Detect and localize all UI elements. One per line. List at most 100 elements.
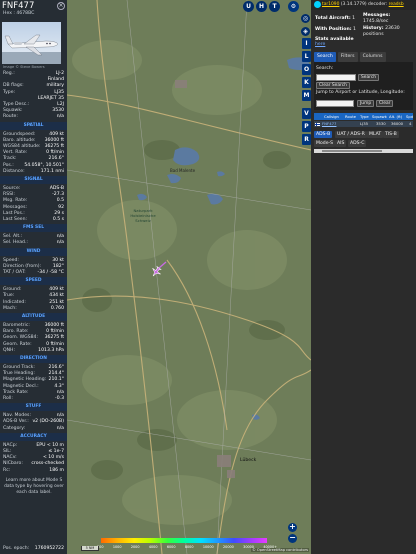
jump-input[interactable] bbox=[316, 100, 354, 107]
direction-row-value: 210.1° bbox=[48, 377, 64, 383]
spatial-row-value: 171.1 nmi bbox=[40, 168, 64, 174]
tab-filters[interactable]: Filters bbox=[337, 52, 358, 62]
row-type: LJ35 bbox=[360, 121, 369, 126]
version-bar: tar1090 (3.14.1779) decoder: readsb bbox=[311, 0, 416, 10]
col-route[interactable]: Route bbox=[345, 113, 356, 120]
map-button-m[interactable]: M bbox=[302, 90, 311, 101]
accuracy-row: NICbaro: cross-checked bbox=[3, 461, 64, 467]
speed-row-label: True: bbox=[3, 293, 15, 299]
details-row: DB flags: military bbox=[3, 83, 64, 89]
altitude-row-label: Geom. WGS84: bbox=[3, 335, 39, 341]
wind-row: Direction (from): 182° bbox=[3, 264, 64, 270]
source-mlat[interactable]: MLAT bbox=[367, 131, 384, 138]
tab-columns[interactable]: Columns bbox=[359, 52, 386, 62]
close-panel-button[interactable]: × bbox=[57, 2, 65, 10]
signal-row-label: Last Pos.: bbox=[3, 210, 25, 216]
jump-clear-button[interactable]: Clear bbox=[376, 100, 394, 107]
finland-flag-icon bbox=[315, 122, 320, 126]
map-attribution[interactable]: © OpenStreetMap contributors bbox=[251, 548, 309, 552]
col-speed[interactable]: Spd bbox=[406, 113, 413, 120]
map-button-h[interactable]: H bbox=[256, 1, 267, 12]
decoder-link[interactable]: readsb bbox=[389, 2, 404, 7]
aircraft-callsign: FNF477 bbox=[2, 1, 35, 11]
fms-row: Sel. Head.: n/a bbox=[3, 240, 64, 246]
map-button-t[interactable]: T bbox=[269, 1, 280, 12]
col-altitude[interactable]: Alt. (ft) bbox=[389, 113, 402, 120]
direction-row-value: n/a bbox=[56, 389, 64, 395]
spatial-row-value: 36000 ft bbox=[44, 137, 64, 143]
map-button-l[interactable]: L bbox=[302, 51, 311, 62]
jump-label: Jump to Airport or Latitude, Longitude: bbox=[316, 90, 405, 95]
section-accuracy[interactable]: ACCURACY bbox=[0, 432, 67, 441]
map-button-k[interactable]: K bbox=[302, 77, 311, 88]
search-input[interactable] bbox=[316, 74, 356, 81]
signal-row: Messages: 92 bbox=[3, 205, 64, 211]
spatial-row-label: Distance: bbox=[3, 168, 25, 174]
search-button[interactable]: Search bbox=[358, 74, 380, 81]
map-button-p[interactable]: P bbox=[302, 121, 311, 132]
stuff-row-label: ADS-B Ver.: bbox=[3, 419, 29, 425]
jump-button[interactable]: Jump bbox=[357, 100, 375, 107]
section-altitude[interactable]: ALTITUDE bbox=[0, 313, 67, 321]
map-button-v[interactable]: V bbox=[302, 108, 311, 119]
history-count: History: 23630 positions bbox=[363, 26, 413, 37]
stuff-row: ADS-B Ver.: v2 (DO-260B) bbox=[3, 419, 64, 425]
version-link[interactable]: tar1090 bbox=[322, 2, 339, 7]
details-row: LEARJET 35 bbox=[3, 96, 64, 102]
signal-row-label: Messages: bbox=[3, 204, 28, 210]
source-ais[interactable]: AIS bbox=[335, 140, 347, 147]
signal-row-value: 0.5 bbox=[56, 198, 64, 204]
source-tis-b[interactable]: TIS-B bbox=[383, 131, 399, 138]
messages-label: Messages: bbox=[363, 13, 391, 18]
col-callsign[interactable]: Callsign bbox=[324, 113, 339, 120]
wind-row-label: Direction (from): bbox=[3, 263, 42, 269]
stats-link[interactable]: here bbox=[315, 42, 325, 48]
signal-row: Last Seen: 0.5 s bbox=[3, 217, 64, 223]
altitude-legend-tick: 20000 bbox=[223, 545, 234, 549]
speed-row-value: 251 kt bbox=[49, 299, 64, 305]
layers-icon[interactable]: ◎ bbox=[301, 14, 310, 23]
section-wind[interactable]: WIND bbox=[0, 247, 67, 256]
section-direction[interactable]: DIRECTION bbox=[0, 355, 67, 363]
source-mode-s[interactable]: Mode-S bbox=[314, 140, 336, 147]
tab-search[interactable]: Search bbox=[314, 52, 336, 62]
place-lubeck: Lübeck bbox=[240, 458, 257, 463]
row-callsign[interactable]: FNF477 bbox=[322, 121, 336, 127]
zoom-out-button[interactable]: − bbox=[288, 534, 297, 543]
compass-icon[interactable]: ◈ bbox=[301, 27, 310, 36]
section-signal[interactable]: SIGNAL bbox=[0, 176, 67, 184]
accuracy-row-value: 186 m bbox=[49, 467, 64, 473]
map-view[interactable]: Bad Malente Naturpark Holsteinische Schw… bbox=[67, 0, 311, 554]
clear-search-button[interactable]: Clear Search bbox=[316, 82, 350, 89]
aircraft-info-panel: FNF477 × Hex : 4678BC Image © Steve Bowe… bbox=[0, 0, 67, 554]
wind-row-label: Speed: bbox=[3, 257, 19, 263]
source-uat-ads-r[interactable]: UAT / ADS-R bbox=[335, 131, 367, 138]
section-speed[interactable]: SPEED bbox=[0, 277, 67, 286]
direction-row-label: Roll: bbox=[3, 396, 13, 401]
row-speed: 4 bbox=[409, 121, 412, 126]
with-position: With Position: 1 bbox=[315, 27, 356, 33]
aircraft-photo[interactable] bbox=[2, 22, 61, 64]
scrollbar-thumb[interactable] bbox=[322, 150, 382, 152]
speed-row: True: 434 kt bbox=[3, 293, 64, 299]
table-scrollbar[interactable] bbox=[314, 149, 413, 153]
details-row-value: military bbox=[46, 83, 64, 89]
col-squawk[interactable]: Squawk bbox=[372, 113, 387, 120]
section-fms[interactable]: FMS SEL bbox=[0, 224, 67, 233]
section-spatial[interactable]: SPATIAL bbox=[0, 121, 67, 130]
map-button-o[interactable]: O bbox=[302, 64, 311, 75]
map-button-r[interactable]: R bbox=[302, 134, 311, 145]
accuracy-row-value: EPU < 10 m bbox=[36, 442, 64, 448]
source-ads-b[interactable]: ADS-B bbox=[314, 131, 333, 138]
gear-icon[interactable]: ⚙ bbox=[288, 1, 299, 12]
col-type[interactable]: Type bbox=[360, 113, 369, 120]
zoom-in-button[interactable]: + bbox=[288, 523, 297, 532]
section-stuff[interactable]: STUFF bbox=[0, 403, 67, 412]
table-row[interactable]: FNF477 LJ35 3530 36000 4 bbox=[314, 121, 413, 127]
map-button-i[interactable]: I bbox=[302, 38, 311, 49]
accuracy-row-label: NICbaro: bbox=[3, 461, 23, 467]
source-ads-c[interactable]: ADS-C bbox=[348, 140, 367, 147]
speed-row-label: Indicated: bbox=[3, 299, 26, 305]
spatial-row-value: 54.058°, 10.501° bbox=[24, 162, 64, 168]
map-button-u[interactable]: U bbox=[243, 1, 254, 12]
